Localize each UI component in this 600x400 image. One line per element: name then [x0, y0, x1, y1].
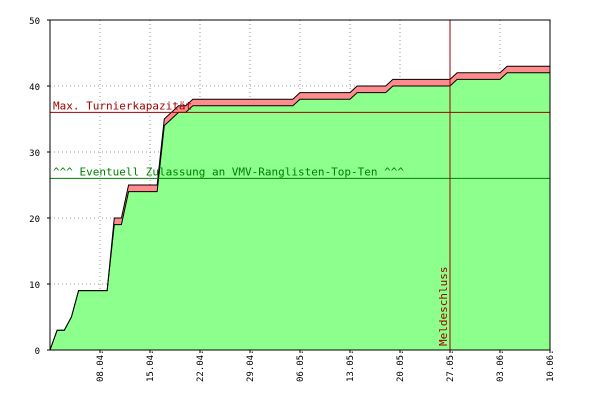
y-tick-label: 40 [29, 83, 40, 93]
y-axis-tick-labels: 0 10 20 30 40 50 [29, 17, 50, 357]
y-tick-label: 0 [35, 347, 40, 357]
y-tick-label: 30 [29, 149, 40, 159]
ranking-label: ^^^ Eventuell Zulassung an VMV-Rangliste… [53, 165, 404, 178]
x-tick-label: 03.06. [496, 349, 506, 382]
x-tick-label: 13.05. [346, 349, 356, 382]
deadline-label: Meldeschluss [437, 267, 450, 346]
registration-chart: Max. Turnierkapazität ^^^ Eventuell Zulas… [29, 17, 556, 382]
x-tick-label: 27.05. [446, 349, 456, 382]
x-tick-label: 22.04. [196, 349, 206, 382]
x-tick-label: 08.04. [96, 349, 106, 382]
y-tick-label: 10 [29, 281, 40, 291]
x-tick-label: 29.04. [246, 349, 256, 382]
x-tick-label: 10.06. [546, 349, 556, 382]
y-tick-label: 50 [29, 17, 40, 27]
x-tick-label: 06.05. [296, 349, 306, 382]
y-tick-label: 20 [29, 215, 40, 225]
main-area [50, 72, 550, 351]
x-axis-tick-labels: 08.04. 15.04. 22.04. 29.04. 06.05. 13.05. 20.0… [96, 349, 556, 382]
x-tick-label: 15.04. [146, 349, 156, 382]
x-tick-label: 20.05. [396, 349, 406, 382]
capacity-label: Max. Turnierkapazität [53, 99, 192, 112]
